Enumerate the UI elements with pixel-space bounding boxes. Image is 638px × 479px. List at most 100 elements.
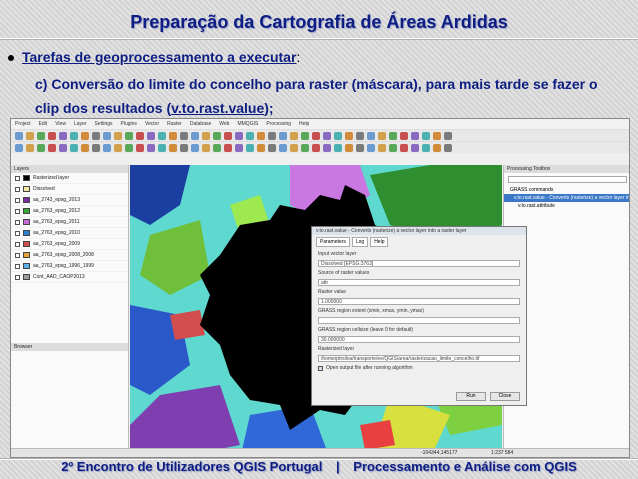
toolbar-button-icon[interactable]	[169, 132, 177, 140]
v-to-rast-value-link[interactable]: v.to.rast.value	[171, 100, 264, 116]
toolbar-button-icon[interactable]	[323, 132, 331, 140]
toolbar-button-icon[interactable]	[268, 144, 276, 152]
toolbar-button-icon[interactable]	[59, 144, 67, 152]
toolbar-button-icon[interactable]	[367, 132, 375, 140]
toolbox-item[interactable]: GRASS commands	[504, 186, 629, 194]
layer-row[interactable]: Dissolved	[11, 184, 128, 195]
layer-row[interactable]: aa_2763_epsg_2010	[11, 228, 128, 239]
menu-item[interactable]: Processing	[266, 121, 291, 127]
layer-row[interactable]: aa_2763_epsg_1996_1999	[11, 261, 128, 272]
toolbar-button-icon[interactable]	[356, 144, 364, 152]
layer-visibility-checkbox[interactable]	[15, 274, 20, 280]
layer-row[interactable]: aa_2763_epsg_2008_2008	[11, 250, 128, 261]
toolbar-button-icon[interactable]	[125, 144, 133, 152]
close-button[interactable]: Close	[490, 392, 520, 401]
toolbar-button-icon[interactable]	[257, 144, 265, 152]
toolbar-button-icon[interactable]	[202, 132, 210, 140]
toolbar-button-icon[interactable]	[180, 132, 188, 140]
toolbar-button-icon[interactable]	[191, 144, 199, 152]
toolbar-button-icon[interactable]	[37, 132, 45, 140]
toolbar-button-icon[interactable]	[114, 132, 122, 140]
menu-item[interactable]: MMQGIS	[237, 121, 258, 127]
toolbar-button-icon[interactable]	[224, 132, 232, 140]
toolbar-button-icon[interactable]	[389, 144, 397, 152]
toolbar-button-icon[interactable]	[169, 144, 177, 152]
toolbox-search-input[interactable]	[508, 176, 627, 183]
toolbar-button-icon[interactable]	[345, 144, 353, 152]
menu-item[interactable]: Edit	[39, 121, 48, 127]
toolbar-button-icon[interactable]	[37, 144, 45, 152]
status-scale[interactable]: 1:237 584	[491, 450, 513, 456]
toolbar-button-icon[interactable]	[422, 144, 430, 152]
toolbar-button-icon[interactable]	[444, 144, 452, 152]
toolbar-button-icon[interactable]	[103, 132, 111, 140]
toolbar-button-icon[interactable]	[213, 144, 221, 152]
open-output-checkbox[interactable]	[318, 365, 323, 371]
toolbar-button-icon[interactable]	[147, 144, 155, 152]
layer-visibility-checkbox[interactable]	[15, 186, 20, 192]
menu-item[interactable]: Settings	[94, 121, 112, 127]
toolbar-button-icon[interactable]	[290, 144, 298, 152]
toolbar-button-icon[interactable]	[48, 132, 56, 140]
menu-item[interactable]: Raster	[167, 121, 182, 127]
toolbar-button-icon[interactable]	[224, 144, 232, 152]
layer-visibility-checkbox[interactable]	[15, 263, 20, 269]
toolbar-button-icon[interactable]	[444, 132, 452, 140]
dialog-field-input[interactable]: Dissolved [EPSG:3763]	[318, 260, 520, 267]
layer-visibility-checkbox[interactable]	[15, 241, 20, 247]
toolbar-button-icon[interactable]	[411, 132, 419, 140]
toolbar-button-icon[interactable]	[92, 144, 100, 152]
tasks-link[interactable]: Tarefas de geoprocessamento a executar	[22, 49, 296, 65]
menu-item[interactable]: Layer	[74, 121, 87, 127]
toolbar-button-icon[interactable]	[312, 144, 320, 152]
toolbar-button-icon[interactable]	[26, 144, 34, 152]
toolbar-button-icon[interactable]	[136, 144, 144, 152]
toolbar-button-icon[interactable]	[433, 144, 441, 152]
toolbar-button-icon[interactable]	[367, 144, 375, 152]
toolbar-button-icon[interactable]	[279, 132, 287, 140]
layer-row[interactable]: aa_2763_epsg_2012	[11, 206, 128, 217]
toolbar-button-icon[interactable]	[26, 132, 34, 140]
run-button[interactable]: Run	[456, 392, 486, 401]
toolbar-button-icon[interactable]	[356, 132, 364, 140]
toolbar-button-icon[interactable]	[312, 132, 320, 140]
toolbar-button-icon[interactable]	[158, 144, 166, 152]
toolbar-button-icon[interactable]	[433, 132, 441, 140]
toolbar-button-icon[interactable]	[235, 132, 243, 140]
toolbar-button-icon[interactable]	[246, 132, 254, 140]
layer-row[interactable]: aa_2763_epsg_2009	[11, 239, 128, 250]
toolbar-button-icon[interactable]	[378, 144, 386, 152]
layer-row[interactable]: Cont_AAD_CAOP2013	[11, 272, 128, 283]
layer-row[interactable]: aa_2743_epsg_2013	[11, 195, 128, 206]
toolbar-button-icon[interactable]	[345, 132, 353, 140]
toolbox-item[interactable]: v.to.rast.attribute	[504, 202, 629, 210]
toolbar-button-icon[interactable]	[125, 132, 133, 140]
toolbar-button-icon[interactable]	[103, 144, 111, 152]
toolbar-button-icon[interactable]	[301, 132, 309, 140]
toolbar-button-icon[interactable]	[389, 132, 397, 140]
toolbar-button-icon[interactable]	[81, 144, 89, 152]
dialog-tab[interactable]: Help	[370, 237, 389, 247]
menu-item[interactable]: Plugins	[121, 121, 137, 127]
menu-item[interactable]: Project	[15, 121, 31, 127]
toolbar-button-icon[interactable]	[279, 144, 287, 152]
menu-item[interactable]: Vector	[145, 121, 159, 127]
dialog-tab[interactable]: Parameters	[316, 237, 350, 247]
dialog-field-input[interactable]	[318, 317, 520, 324]
toolbar-button-icon[interactable]	[378, 132, 386, 140]
layer-visibility-checkbox[interactable]	[15, 208, 20, 214]
layer-visibility-checkbox[interactable]	[15, 175, 20, 181]
toolbox-item[interactable]: v.to.rast.value - Converts (rasterize) a…	[504, 194, 629, 202]
menu-item[interactable]: Web	[219, 121, 229, 127]
layer-row[interactable]: aa_2763_epsg_2011	[11, 217, 128, 228]
toolbar-button-icon[interactable]	[15, 144, 23, 152]
toolbar-button-icon[interactable]	[334, 132, 342, 140]
menu-item[interactable]: Help	[299, 121, 309, 127]
toolbar-button-icon[interactable]	[158, 132, 166, 140]
dialog-field-input[interactable]: /home/ptrsilva/transporte/ee/QGIS/area/r…	[318, 355, 520, 362]
toolbar-button-icon[interactable]	[136, 132, 144, 140]
toolbar-button-icon[interactable]	[257, 132, 265, 140]
toolbar-button-icon[interactable]	[400, 144, 408, 152]
toolbar-button-icon[interactable]	[334, 144, 342, 152]
toolbar-button-icon[interactable]	[81, 132, 89, 140]
